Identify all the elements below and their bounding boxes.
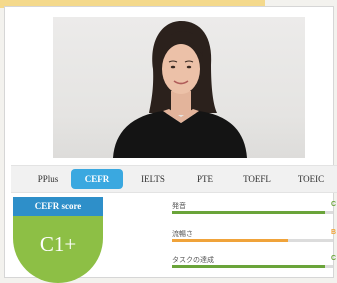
metric-label-task-achievement: タスクの達成	[172, 257, 214, 264]
tab-cefr[interactable]: CEFR	[71, 169, 123, 189]
video-player[interactable]	[53, 17, 305, 158]
presenter-video-icon	[113, 21, 247, 158]
tab-pplus[interactable]: PPlus	[31, 169, 65, 189]
metric-value-pronunciation: C	[331, 201, 337, 208]
tab-pte[interactable]: PTE	[188, 169, 222, 189]
score-value: C1+	[13, 216, 103, 283]
tab-ielts[interactable]: IELTS	[133, 169, 173, 189]
score-type-tabs: PPlus CEFR IELTS PTE TOEFL TOEIC	[11, 165, 337, 193]
tab-toefl[interactable]: TOEFL	[237, 169, 277, 189]
progress-fill-fluency	[172, 239, 288, 242]
progress-bar-fluency	[172, 239, 333, 242]
cefr-score-card: CEFR score C1+	[13, 197, 103, 283]
progress-bar-task-achievement	[172, 265, 333, 268]
progress-fill-task-achievement	[172, 265, 325, 268]
metric-value-fluency: B	[331, 229, 337, 236]
progress-fill-pronunciation	[172, 211, 325, 214]
metric-label-pronunciation: 発音	[172, 203, 186, 210]
metric-value-task-achievement: C	[331, 255, 337, 262]
metric-label-fluency: 流暢さ	[172, 231, 193, 238]
score-card-title: CEFR score	[13, 197, 103, 216]
tab-toeic[interactable]: TOEIC	[291, 169, 331, 189]
app-frame: PPlus CEFR IELTS PTE TOEFL TOEIC CEFR sc…	[4, 6, 337, 283]
progress-bar-pronunciation	[172, 211, 333, 214]
